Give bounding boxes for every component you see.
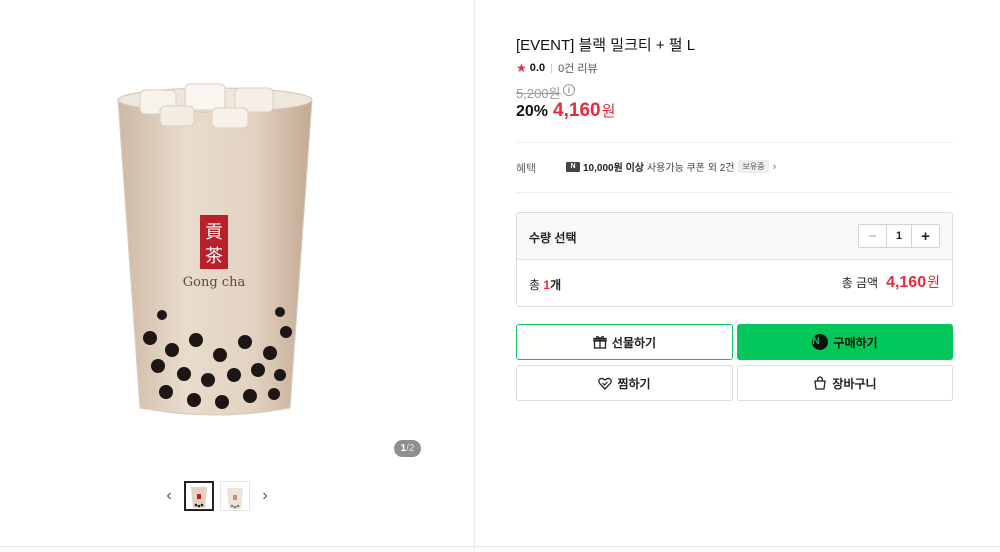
- rating-score: 0.0: [529, 62, 546, 74]
- product-gallery: 貢 茶 Gong cha 1/2 ‹ ›: [0, 0, 474, 552]
- star-icon: ★: [516, 61, 527, 75]
- gift-button-label: 선물하기: [611, 335, 657, 350]
- svg-text:茶: 茶: [205, 246, 223, 267]
- review-count[interactable]: 0건 리뷰: [558, 60, 598, 76]
- gift-icon: [593, 335, 607, 349]
- wish-button-label: 찜하기: [617, 376, 651, 391]
- info-icon[interactable]: i: [563, 84, 575, 96]
- thumbnail-1[interactable]: [184, 481, 214, 511]
- total-count: 총 1개: [529, 276, 561, 293]
- rating[interactable]: ★ 0.0 0건 리뷰: [516, 60, 598, 76]
- gift-button[interactable]: 선물하기: [516, 324, 733, 360]
- chevron-right-icon: ›: [772, 160, 777, 173]
- quantity-stepper: − 1 +: [858, 224, 940, 248]
- discount-rate: 20%: [516, 103, 549, 120]
- thumbnail-2[interactable]: [220, 481, 250, 511]
- divider: [516, 142, 953, 143]
- buy-button[interactable]: N 구매하기: [737, 324, 953, 360]
- rating-separator: [551, 63, 553, 73]
- product-image[interactable]: 貢 茶 Gong cha: [100, 70, 330, 430]
- owned-tag: 보유중: [738, 160, 769, 173]
- thumbnail-strip: ‹ ›: [160, 480, 274, 512]
- quantity-summary: 총 1개 총 금액 4,160 원: [517, 260, 952, 306]
- brand-logo-text: Gong cha: [183, 275, 246, 290]
- cart-button-label: 장바구니: [832, 376, 877, 391]
- thumbnail-1-image: [191, 487, 207, 508]
- image-pager: 1/2: [394, 440, 421, 457]
- benefit-text: 사용가능 쿠폰 외 2건: [646, 163, 735, 174]
- sale-price-currency: 원: [601, 103, 616, 120]
- buy-button-label: 구매하기: [833, 335, 878, 350]
- total-count-unit: 개: [550, 278, 562, 292]
- product-page: 貢 茶 Gong cha 1/2 ‹ › [EVENT] 블랙 밀크티 + 펄 …: [0, 0, 1000, 552]
- decrease-button[interactable]: −: [859, 225, 886, 247]
- total-price-label: 총 금액: [841, 276, 879, 290]
- thumbnail-2-image: [227, 488, 243, 509]
- total-count-prefix: 총: [529, 278, 541, 292]
- total-price-amount: 4,160: [886, 274, 927, 291]
- cart-button[interactable]: 장바구니: [737, 365, 953, 401]
- divider: [516, 192, 953, 193]
- increase-button[interactable]: +: [912, 225, 939, 247]
- quantity-value[interactable]: 1: [886, 225, 912, 247]
- shopping-bag-icon: [813, 376, 827, 390]
- product-title: [EVENT] 블랙 밀크티 + 펄 L: [516, 37, 696, 54]
- total-price: 총 금액 4,160 원: [842, 272, 940, 292]
- benefit-label: 혜택: [516, 163, 537, 175]
- pager-total: 2: [408, 443, 415, 454]
- quantity-label: 수량 선택: [529, 231, 577, 245]
- benefit-coupon[interactable]: N 10,000원 이상 사용가능 쿠폰 외 2건 보유중 ›: [566, 159, 776, 174]
- total-price-currency: 원: [927, 274, 940, 290]
- svg-text:貢: 貢: [205, 222, 223, 243]
- chevron-left-icon[interactable]: ‹: [160, 481, 178, 511]
- sale-price: 4,160: [553, 100, 601, 121]
- wish-button[interactable]: 찜하기: [516, 365, 733, 401]
- benefit-amount: 10,000원 이상: [583, 163, 644, 174]
- price-row: 20% 4,160 원: [516, 100, 615, 122]
- quantity-header: 수량 선택 − 1 +: [517, 213, 952, 260]
- quantity-box: 수량 선택 − 1 + 총 1개 총 금액 4,160 원: [516, 212, 953, 307]
- naver-n-icon: N: [812, 334, 829, 350]
- naver-badge-icon: N: [566, 161, 580, 172]
- vertical-divider: [474, 0, 475, 552]
- chevron-right-icon[interactable]: ›: [256, 481, 274, 511]
- heart-icon: [598, 377, 613, 390]
